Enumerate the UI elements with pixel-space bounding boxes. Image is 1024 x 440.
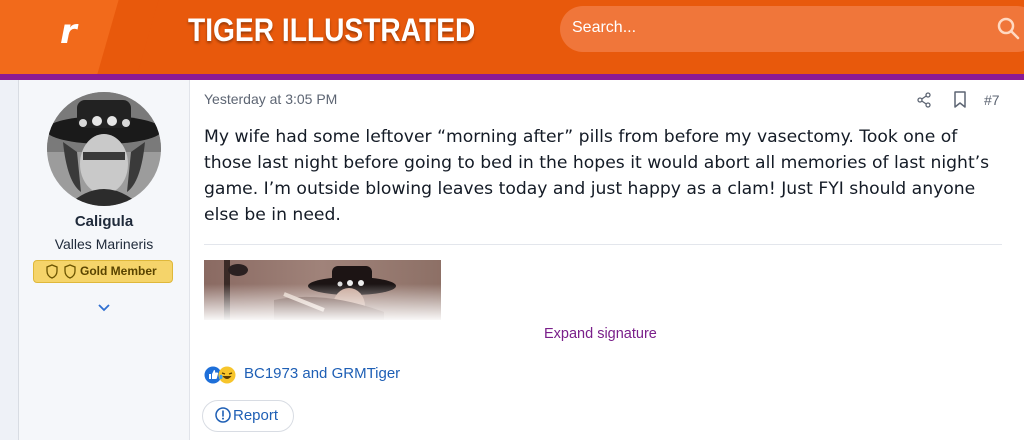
avatar-image: [47, 92, 161, 206]
user-title: Valles Marineris: [54, 236, 154, 252]
top-bar: r TIGER ILLUSTRATED Search...: [0, 0, 1024, 74]
avatar[interactable]: [47, 92, 161, 206]
logo-letter[interactable]: r: [60, 12, 77, 52]
user-info-column: Caligula Valles Marineris Gold Member: [19, 80, 190, 440]
chevron-down-icon[interactable]: [98, 304, 110, 312]
laugh-icon[interactable]: [218, 366, 236, 384]
reaction-users-link[interactable]: BC1973 and GRMTiger: [244, 365, 400, 382]
search-input[interactable]: Search...: [560, 6, 1024, 52]
report-icon: [215, 407, 231, 423]
site-logo[interactable]: r: [0, 0, 128, 74]
shield-icon: [46, 264, 58, 279]
post-content: Yesterday at 3:05 PM #7 My wife had some…: [202, 80, 1004, 440]
post-message: My wife had some leftover “morning after…: [204, 127, 990, 225]
share-icon[interactable]: [916, 92, 932, 108]
report-button[interactable]: Report: [202, 400, 294, 432]
signature-fade: [204, 260, 441, 320]
signature-divider: [204, 244, 1002, 245]
search-icon[interactable]: [996, 16, 1022, 42]
post-number-link[interactable]: #7: [984, 92, 1000, 108]
post-timestamp[interactable]: Yesterday at 3:05 PM: [204, 91, 337, 107]
search-placeholder[interactable]: Search...: [572, 19, 636, 37]
site-title[interactable]: TIGER ILLUSTRATED: [188, 12, 475, 49]
signature-image: [204, 260, 441, 320]
bookmark-icon[interactable]: [953, 91, 967, 108]
expand-signature-link[interactable]: Expand signature: [544, 326, 657, 342]
member-badge: Gold Member: [33, 260, 173, 283]
badge-label: Gold Member: [80, 264, 157, 278]
forum-post: Caligula Valles Marineris Gold Member Ye…: [18, 80, 1024, 440]
username-link[interactable]: Caligula: [19, 213, 189, 230]
shield-icon: [64, 264, 76, 279]
report-label: Report: [233, 407, 279, 424]
